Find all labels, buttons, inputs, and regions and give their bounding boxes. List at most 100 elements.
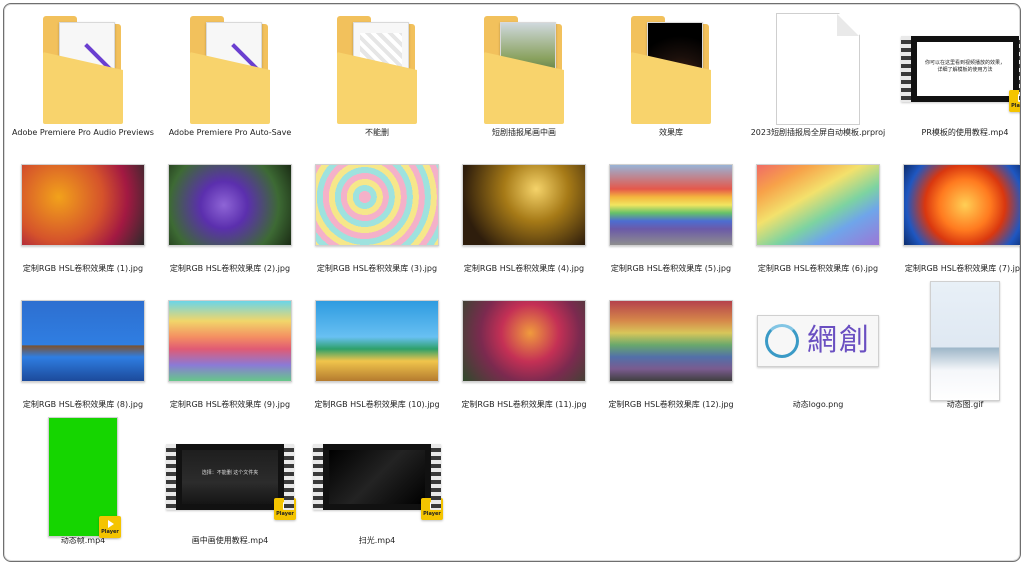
thumbnail[interactable]: 網創	[754, 284, 882, 398]
file-item[interactable]: 定制RGB HSL卷积效果库 (10).jpg	[304, 282, 450, 412]
thumbnail[interactable]: MP4	[166, 12, 294, 126]
file-item[interactable]: 你可以在这里看到视频播放的效果，详细了解模板的使用方法 Player PR模板的使用…	[892, 10, 1020, 140]
play-icon	[430, 501, 436, 510]
file-name: 定制RGB HSL卷积效果库 (4).jpg	[463, 264, 585, 273]
thumbnail[interactable]	[313, 148, 441, 262]
image-thumbnail-icon: 網創	[757, 315, 879, 367]
file-item[interactable]: 定制RGB HSL卷积效果库 (3).jpg	[304, 146, 450, 276]
file-name: 画中画使用教程.mp4	[191, 536, 269, 545]
folder-icon	[484, 14, 564, 124]
thumbnail[interactable]	[166, 284, 294, 398]
file-name: Adobe Premiere Pro Audio Previews	[12, 128, 154, 137]
thumbnail[interactable]	[19, 148, 147, 262]
file-item[interactable]: MP4 Adobe Premiere Pro Auto-Save	[157, 10, 303, 140]
image-thumbnail-icon	[609, 300, 733, 382]
file-item[interactable]: 效果库	[598, 10, 744, 140]
thumbnail[interactable]: Player	[19, 417, 147, 538]
thumbnail[interactable]	[607, 148, 735, 262]
file-item[interactable]: 定制RGB HSL卷积效果库 (1).jpg	[10, 146, 156, 276]
image-thumbnail-icon	[21, 164, 145, 246]
file-name: 定制RGB HSL卷积效果库 (5).jpg	[610, 264, 732, 273]
thumbnail[interactable]	[754, 148, 882, 262]
thumbnail[interactable]	[901, 148, 1020, 262]
file-name: 动态图.gif	[946, 400, 984, 409]
thumbnail[interactable]: OV	[313, 12, 441, 126]
image-thumbnail-icon	[462, 300, 586, 382]
file-name: 定制RGB HSL卷积效果库 (2).jpg	[169, 264, 291, 273]
folder-icon: OV	[337, 14, 417, 124]
file-item[interactable]: 定制RGB HSL卷积效果库 (12).jpg	[598, 282, 744, 412]
logo-text: 網創	[807, 323, 871, 358]
file-item[interactable]: 定制RGB HSL卷积效果库 (5).jpg	[598, 146, 744, 276]
player-badge-text: Player	[101, 528, 119, 535]
file-item[interactable]: 定制RGB HSL卷积效果库 (7).jpg	[892, 146, 1020, 276]
player-badge-text: Player	[276, 510, 294, 517]
play-icon	[283, 501, 289, 510]
file-item[interactable]: 定制RGB HSL卷积效果库 (6).jpg	[745, 146, 891, 276]
thumbnail[interactable]	[460, 148, 588, 262]
thumbnail[interactable]: Player	[313, 420, 443, 534]
thumbnail[interactable]: P4	[19, 12, 147, 126]
file-explorer-window: P4 Adobe Premiere Pro Audio Previews MP4 Ad…	[3, 3, 1021, 562]
file-item[interactable]: 網創动态logo.png	[745, 282, 891, 412]
file-item[interactable]: 选择：不能删 这个文件夹 Player 画中画使用教程.mp4	[157, 418, 303, 548]
video-thumbnail-icon: Player	[313, 444, 443, 520]
thumbnail[interactable]	[19, 284, 147, 398]
file-name: 定制RGB HSL卷积效果库 (1).jpg	[22, 264, 144, 273]
file-item[interactable]: 2023短剧插报局全屏自动模板.prproj	[745, 10, 891, 140]
video-screen	[329, 450, 425, 504]
file-item[interactable]: 定制RGB HSL卷积效果库 (8).jpg	[10, 282, 156, 412]
file-item[interactable]: Player 动态帧.mp4	[10, 417, 156, 548]
thumbnail[interactable]	[754, 12, 882, 126]
file-name: 定制RGB HSL卷积效果库 (8).jpg	[22, 400, 144, 409]
video-caption: 选择：不能删 这个文件夹	[201, 470, 259, 476]
player-badge-icon: Player	[1009, 90, 1020, 112]
file-item[interactable]: 定制RGB HSL卷积效果库 (11).jpg	[451, 282, 597, 412]
player-badge-icon: Player	[274, 498, 296, 520]
file-name: 不能删	[365, 128, 389, 137]
folder-icon: MP4	[190, 14, 270, 124]
logo-mark-icon	[765, 324, 799, 358]
player-badge-icon: Player	[99, 516, 121, 538]
image-thumbnail-icon	[21, 300, 145, 382]
file-name: 定制RGB HSL卷积效果库 (3).jpg	[316, 264, 438, 273]
file-name: 扫光.mp4	[358, 536, 396, 545]
file-item[interactable]: 定制RGB HSL卷积效果库 (4).jpg	[451, 146, 597, 276]
thumbnail[interactable]: 你可以在这里看到视频播放的效果，详细了解模板的使用方法 Player	[901, 12, 1020, 126]
file-name: 短剧插报尾画中画	[492, 128, 556, 137]
thumbnail[interactable]: 选择：不能删 这个文件夹 Player	[166, 420, 296, 534]
file-name: 定制RGB HSL卷积效果库 (11).jpg	[461, 400, 587, 409]
thumbnail[interactable]	[460, 12, 588, 126]
player-badge-icon: Player	[421, 498, 443, 520]
file-icon	[776, 13, 860, 125]
thumbnail[interactable]	[460, 284, 588, 398]
file-item[interactable]: OV 不能删	[304, 10, 450, 140]
file-item[interactable]: 短剧插报尾画中画	[451, 10, 597, 140]
video-screen: 你可以在这里看到视频播放的效果，详细了解模板的使用方法	[917, 42, 1013, 96]
thumbnail[interactable]	[607, 284, 735, 398]
file-item[interactable]: Player 扫光.mp4	[304, 418, 450, 548]
thumbnail[interactable]	[901, 281, 1020, 401]
file-name: 定制RGB HSL卷积效果库 (12).jpg	[608, 400, 734, 409]
file-item[interactable]: 定制RGB HSL卷积效果库 (2).jpg	[157, 146, 303, 276]
thumbnail[interactable]	[166, 148, 294, 262]
file-name: 定制RGB HSL卷积效果库 (10).jpg	[314, 400, 440, 409]
video-screen: 选择：不能删 这个文件夹	[182, 450, 278, 504]
image-thumbnail-icon	[756, 164, 880, 246]
folder-icon	[631, 14, 711, 124]
image-thumbnail-icon	[168, 164, 292, 246]
file-name: PR模板的使用教程.mp4	[921, 128, 1009, 137]
file-item[interactable]: 定制RGB HSL卷积效果库 (9).jpg	[157, 282, 303, 412]
thumbnail[interactable]	[313, 284, 441, 398]
file-name: 效果库	[659, 128, 683, 137]
file-name: 定制RGB HSL卷积效果库 (6).jpg	[757, 264, 879, 273]
file-name: 动态logo.png	[792, 400, 844, 409]
file-item[interactable]: P4 Adobe Premiere Pro Audio Previews	[10, 10, 156, 140]
image-thumbnail-icon	[462, 164, 586, 246]
image-thumbnail-icon	[315, 164, 439, 246]
thumbnail[interactable]	[607, 12, 735, 126]
image-thumbnail-icon	[168, 300, 292, 382]
file-name: 动态帧.mp4	[60, 536, 106, 545]
file-item[interactable]: 动态图.gif	[892, 281, 1020, 412]
player-badge-text: Player	[423, 510, 441, 517]
